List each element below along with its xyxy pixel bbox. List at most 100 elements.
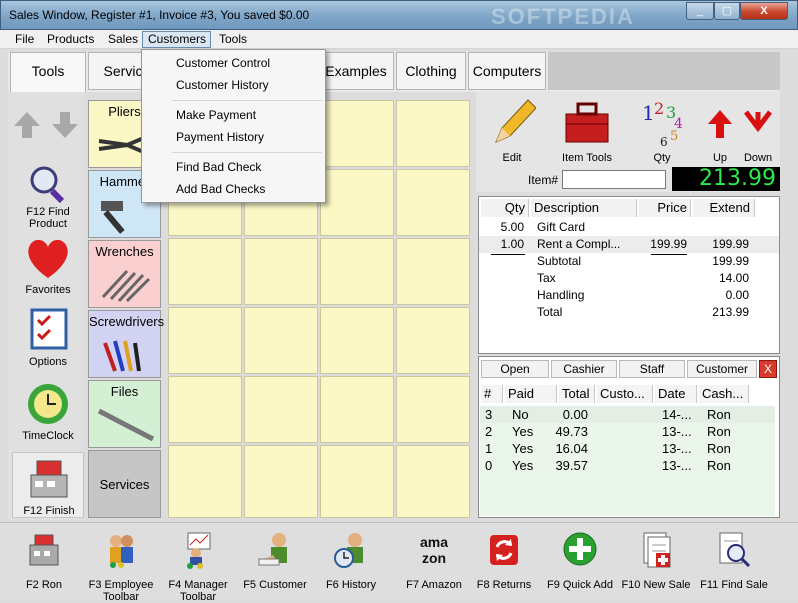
tab-cashier[interactable]: Cashier (551, 360, 617, 378)
returns-button[interactable]: F8 Returns (466, 529, 542, 597)
col-cashier[interactable]: Cash... (699, 385, 749, 403)
product-cell[interactable] (320, 238, 394, 305)
item-number-input[interactable] (562, 170, 666, 189)
product-cell[interactable] (320, 307, 394, 374)
col-total[interactable]: Total (559, 385, 595, 403)
find-product-button[interactable]: F12 Find Product (12, 162, 84, 230)
product-cell[interactable] (168, 307, 242, 374)
col-number[interactable]: # (481, 385, 503, 403)
product-cell[interactable] (168, 238, 242, 305)
product-cell[interactable] (244, 445, 318, 518)
category-files[interactable]: Files (88, 380, 161, 448)
invoice-list-row[interactable]: 1 Yes 16.04 13-... Ron (480, 440, 775, 457)
cell-cashier: Ron (707, 424, 731, 439)
edit-button[interactable]: Edit (484, 96, 540, 182)
product-cell[interactable] (320, 169, 394, 236)
tab-customer[interactable]: Customer (687, 360, 757, 378)
clock-icon (28, 384, 68, 424)
product-cell[interactable] (396, 100, 470, 167)
find-sale-button[interactable]: F11 Find Sale (696, 529, 772, 597)
tab-computers[interactable]: Computers (468, 52, 546, 90)
customer-button[interactable]: F5 Customer (237, 529, 313, 597)
invoice-list-row[interactable]: 3 No 0.00 14-... Ron (480, 406, 775, 423)
product-cell[interactable] (320, 445, 394, 518)
arrow-up-icon[interactable] (12, 110, 42, 140)
svg-text:zon: zon (422, 550, 446, 566)
svg-text:6: 6 (660, 135, 668, 148)
product-cell[interactable] (396, 376, 470, 443)
history-label: F6 History (325, 579, 377, 591)
tab-tools[interactable]: Tools (10, 52, 86, 92)
tab-staff[interactable]: Staff (619, 360, 685, 378)
quick-add-button[interactable]: F9 Quick Add (542, 529, 618, 597)
numbers-icon: 1 2 3456 (642, 99, 683, 148)
col-date[interactable]: Date (655, 385, 697, 403)
history-button[interactable]: F6 History (313, 529, 389, 597)
menu-item-customer-control[interactable]: Customer Control (176, 56, 270, 70)
row-qty: 1.00 (500, 237, 524, 251)
menu-customers[interactable]: Customers (145, 32, 209, 46)
summary-label: Handling (537, 288, 585, 302)
amazon-button[interactable]: ama zon F7 Amazon (396, 529, 472, 597)
menu-sales[interactable]: Sales (105, 32, 141, 46)
menu-products[interactable]: Products (44, 32, 97, 46)
svg-text:1: 1 (642, 101, 655, 125)
new-sale-icon (643, 532, 671, 568)
col-paid[interactable]: Paid (505, 385, 557, 403)
minimize-button[interactable]: _ (686, 2, 714, 20)
tab-open[interactable]: Open (481, 360, 549, 378)
product-cell[interactable] (320, 376, 394, 443)
col-description[interactable]: Description (531, 199, 637, 217)
new-sale-button[interactable]: F10 New Sale (618, 529, 694, 597)
invoice-list-row[interactable]: 0 Yes 39.57 13-... Ron (480, 457, 775, 474)
category-wrenches[interactable]: Wrenches (88, 240, 161, 308)
tab-examples[interactable]: Examples (318, 52, 394, 90)
summary-value: 0.00 (725, 288, 749, 302)
col-qty[interactable]: Qty (481, 199, 529, 217)
product-cell[interactable] (168, 376, 242, 443)
cell-cashier: Ron (707, 407, 731, 422)
product-cell[interactable] (168, 445, 242, 518)
product-cell[interactable] (396, 445, 470, 518)
close-button[interactable]: X (740, 2, 788, 20)
product-cell[interactable] (396, 307, 470, 374)
invoice-row[interactable]: 1.00 Rent a Compl... 199.99 199.99 (479, 236, 779, 253)
manager-toolbar-button[interactable]: F4 Manager Toolbar (160, 529, 236, 603)
returns-label: F8 Returns (476, 579, 532, 591)
tab-clothing[interactable]: Clothing (396, 52, 466, 90)
product-cell[interactable] (244, 238, 318, 305)
ron-button[interactable]: F2 Ron (6, 529, 82, 597)
col-price[interactable]: Price (639, 199, 691, 217)
row-description: Gift Card (537, 220, 586, 234)
col-customer[interactable]: Custo... (597, 385, 653, 403)
timeclock-button[interactable]: TimeClock (12, 382, 84, 442)
menu-item-customer-history[interactable]: Customer History (176, 78, 269, 92)
cell-cashier: Ron (707, 441, 731, 456)
menu-item-make-payment[interactable]: Make Payment (176, 108, 256, 122)
arrow-down-icon[interactable] (50, 110, 80, 140)
product-cell[interactable] (396, 169, 470, 236)
menu-item-add-bad-checks[interactable]: Add Bad Checks (176, 182, 265, 196)
finish-button[interactable]: F12 Finish (12, 452, 84, 518)
employee-icon (110, 535, 133, 568)
category-screwdrivers[interactable]: Screwdrivers (88, 310, 164, 378)
menu-file[interactable]: File (12, 32, 37, 46)
employee-toolbar-button[interactable]: F3 Employee Toolbar (83, 529, 159, 603)
product-cell[interactable] (244, 307, 318, 374)
menu-item-find-bad-check[interactable]: Find Bad Check (176, 160, 261, 174)
favorites-button[interactable]: Favorites (12, 236, 84, 296)
product-cell[interactable] (320, 100, 394, 167)
menu-tools[interactable]: Tools (216, 32, 250, 46)
invoice-list-row[interactable]: 2 Yes 49.73 13-... Ron (480, 423, 775, 440)
options-button[interactable]: Options (12, 308, 84, 368)
maximize-button[interactable]: ▢ (714, 2, 740, 20)
product-cell[interactable] (396, 238, 470, 305)
category-services[interactable]: Services (88, 450, 161, 518)
product-cell[interactable] (244, 376, 318, 443)
cell-number: 3 (485, 407, 493, 422)
quick-add-icon (563, 532, 597, 566)
invoice-row[interactable]: 5.00 Gift Card (479, 219, 779, 236)
col-extend[interactable]: Extend (693, 199, 755, 217)
close-icon[interactable]: X (759, 360, 777, 378)
menu-item-payment-history[interactable]: Payment History (176, 130, 264, 144)
